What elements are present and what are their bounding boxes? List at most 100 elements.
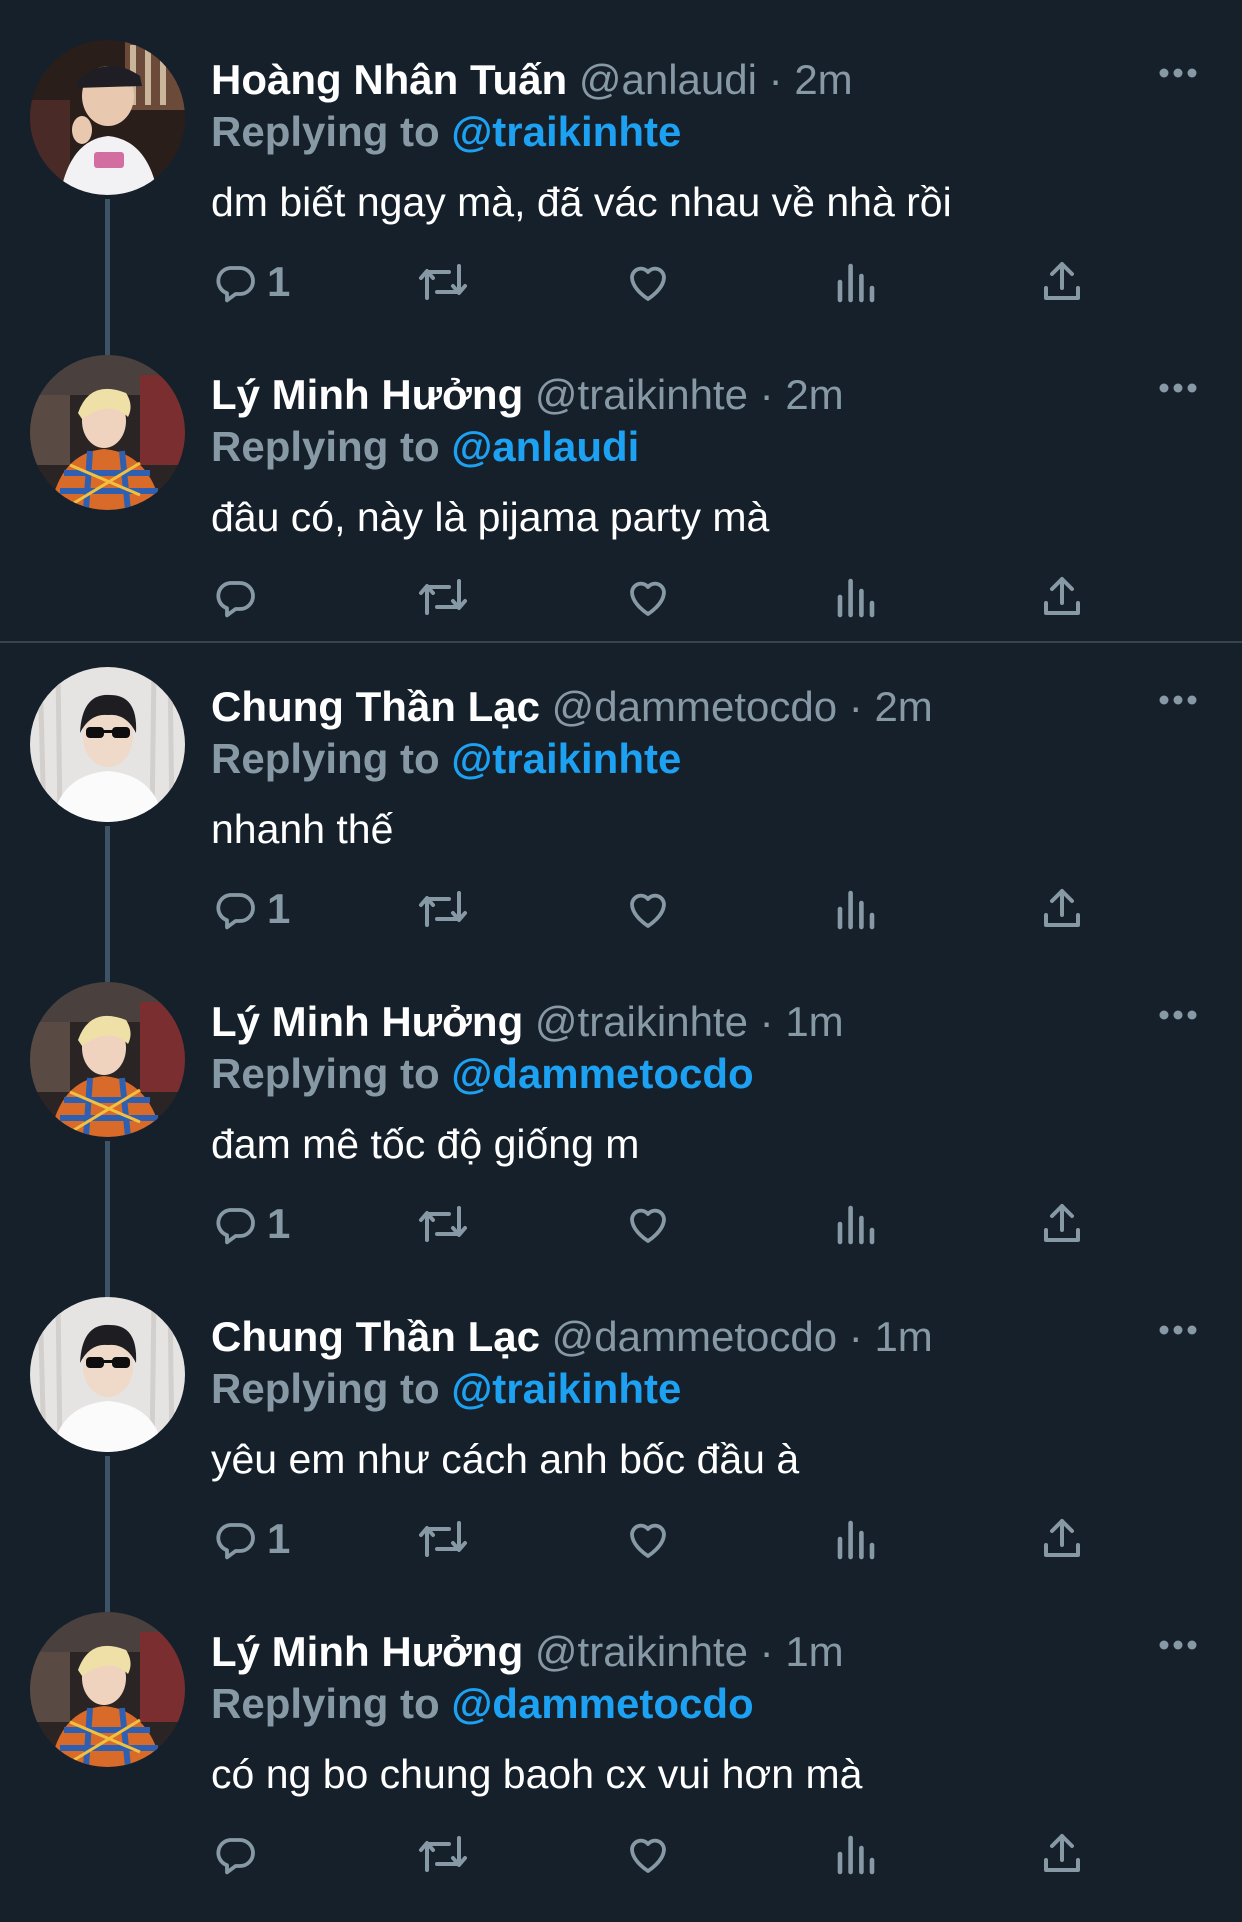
- avatar[interactable]: [30, 1297, 185, 1452]
- avatar[interactable]: [30, 667, 185, 822]
- replying-to-label: Replying to: [211, 1680, 440, 1727]
- timestamp[interactable]: 2m: [785, 371, 843, 418]
- replying-to: Replying to @traikinhte: [211, 1363, 681, 1415]
- mention-link[interactable]: @dammetocdo: [451, 1680, 753, 1727]
- reply-icon: [216, 1523, 255, 1560]
- retweet-icon: [419, 579, 467, 615]
- analytics-button[interactable]: [832, 1509, 880, 1569]
- like-button[interactable]: [624, 1824, 672, 1884]
- timestamp[interactable]: 2m: [874, 683, 932, 730]
- heart-icon: [630, 581, 666, 616]
- retweet-button[interactable]: [415, 1509, 471, 1569]
- retweet-button[interactable]: [415, 252, 471, 312]
- retweet-button[interactable]: [415, 1824, 471, 1884]
- tweet[interactable]: Lý Minh Hưởng @traikinhte · 2m Replying …: [0, 351, 1242, 665]
- display-name[interactable]: Lý Minh Hưởng: [211, 371, 523, 418]
- mention-link[interactable]: @traikinhte: [451, 1365, 681, 1412]
- retweet-button[interactable]: [415, 1194, 471, 1254]
- analytics-button[interactable]: [832, 1194, 880, 1254]
- replying-to: Replying to @traikinhte: [211, 733, 681, 785]
- user-handle[interactable]: @traikinhte: [535, 998, 748, 1045]
- action-bar: 1: [211, 1509, 1111, 1569]
- retweet-button[interactable]: [415, 567, 471, 627]
- reply-button[interactable]: [211, 567, 267, 627]
- display-name[interactable]: Chung Thần Lạc: [211, 1313, 540, 1360]
- display-name[interactable]: Lý Minh Hưởng: [211, 1628, 523, 1675]
- timestamp[interactable]: 1m: [785, 998, 843, 1045]
- display-name[interactable]: Chung Thần Lạc: [211, 683, 540, 730]
- analytics-button[interactable]: [832, 567, 880, 627]
- replying-to-label: Replying to: [211, 735, 440, 782]
- reply-count: 1: [267, 1515, 291, 1562]
- tweet[interactable]: Chung Thần Lạc @dammetocdo · 2m Replying…: [0, 663, 1242, 1016]
- like-button[interactable]: [624, 1194, 672, 1254]
- share-button[interactable]: [1038, 252, 1086, 312]
- user-handle[interactable]: @traikinhte: [535, 1628, 748, 1675]
- reply-button[interactable]: 1: [211, 879, 290, 939]
- user-handle[interactable]: @traikinhte: [535, 371, 748, 418]
- avatar[interactable]: [30, 1612, 185, 1767]
- user-handle[interactable]: @anlaudi: [579, 56, 757, 103]
- retweet-icon: [419, 1836, 467, 1872]
- share-icon: [1044, 577, 1080, 615]
- analytics-icon: [837, 1520, 875, 1560]
- mention-link[interactable]: @anlaudi: [451, 423, 639, 470]
- user-handle[interactable]: @dammetocdo: [552, 1313, 837, 1360]
- tweet-header: Lý Minh Hưởng @traikinhte · 1m: [211, 996, 844, 1048]
- share-button[interactable]: [1038, 567, 1086, 627]
- more-options-icon[interactable]: [1158, 1638, 1198, 1656]
- share-button[interactable]: [1038, 1824, 1086, 1884]
- tweet[interactable]: Hoàng Nhân Tuấn @anlaudi · 2m Replying t…: [0, 36, 1242, 389]
- more-options-icon[interactable]: [1158, 1323, 1198, 1341]
- reply-count: 1: [267, 1200, 291, 1247]
- avatar[interactable]: [30, 40, 185, 195]
- analytics-icon: [837, 578, 875, 618]
- separator: ·: [759, 998, 774, 1045]
- like-button[interactable]: [624, 252, 672, 312]
- like-button[interactable]: [624, 1509, 672, 1569]
- display-name[interactable]: Hoàng Nhân Tuấn: [211, 56, 567, 103]
- analytics-button[interactable]: [832, 879, 880, 939]
- tweet[interactable]: Lý Minh Hưởng @traikinhte · 1m Replying …: [0, 978, 1242, 1331]
- tweet-header: Hoàng Nhân Tuấn @anlaudi · 2m: [211, 54, 853, 106]
- action-bar: 1: [211, 879, 1111, 939]
- reply-button[interactable]: 1: [211, 1509, 290, 1569]
- avatar[interactable]: [30, 982, 185, 1137]
- more-options-icon[interactable]: [1158, 693, 1198, 711]
- mention-link[interactable]: @traikinhte: [451, 735, 681, 782]
- display-name[interactable]: Lý Minh Hưởng: [211, 998, 523, 1045]
- more-options-icon[interactable]: [1158, 1008, 1198, 1026]
- share-button[interactable]: [1038, 879, 1086, 939]
- more-options-icon[interactable]: [1158, 381, 1198, 399]
- avatar[interactable]: [30, 355, 185, 510]
- reply-icon: [216, 266, 255, 303]
- avatar-photo-blonde-plaid: [30, 1612, 185, 1767]
- reply-button[interactable]: 1: [211, 252, 290, 312]
- retweet-button[interactable]: [415, 879, 471, 939]
- share-button[interactable]: [1038, 1194, 1086, 1254]
- share-icon: [1044, 1204, 1080, 1242]
- analytics-button[interactable]: [832, 252, 880, 312]
- timestamp[interactable]: 1m: [785, 1628, 843, 1675]
- like-button[interactable]: [624, 567, 672, 627]
- replying-to-label: Replying to: [211, 423, 440, 470]
- mention-link[interactable]: @traikinhte: [451, 108, 681, 155]
- reply-button[interactable]: 1: [211, 1194, 290, 1254]
- action-bar: 1: [211, 252, 1111, 312]
- share-button[interactable]: [1038, 1509, 1086, 1569]
- tweet-header: Chung Thần Lạc @dammetocdo · 2m: [211, 681, 933, 733]
- user-handle[interactable]: @dammetocdo: [552, 683, 837, 730]
- tweet[interactable]: Chung Thần Lạc @dammetocdo · 1m Replying…: [0, 1293, 1242, 1646]
- retweet-icon: [419, 1521, 467, 1557]
- tweet-text: có ng bo chung baoh cx vui hơn mà: [211, 1751, 863, 1797]
- tweet[interactable]: Lý Minh Hưởng @traikinhte · 1m Replying …: [0, 1608, 1242, 1922]
- reply-button[interactable]: [211, 1824, 267, 1884]
- analytics-button[interactable]: [832, 1824, 880, 1884]
- like-button[interactable]: [624, 879, 672, 939]
- mention-link[interactable]: @dammetocdo: [451, 1050, 753, 1097]
- timestamp[interactable]: 1m: [874, 1313, 932, 1360]
- timestamp[interactable]: 2m: [794, 56, 852, 103]
- more-options-icon[interactable]: [1158, 66, 1198, 84]
- separator: ·: [768, 56, 783, 103]
- heart-icon: [630, 1208, 666, 1243]
